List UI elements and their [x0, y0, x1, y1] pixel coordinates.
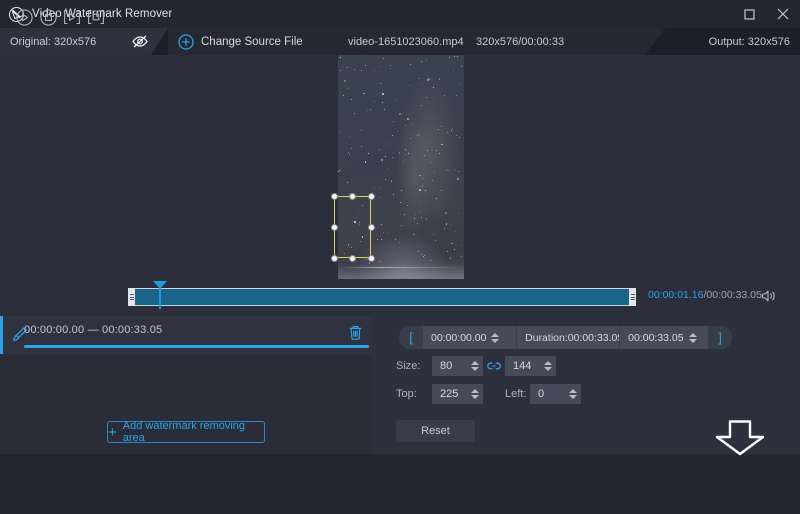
resize-handle-n[interactable]: [349, 193, 356, 200]
change-source-file-button[interactable]: Change Source File: [201, 28, 303, 55]
total-time: 00:00:33.05: [706, 289, 761, 301]
window-controls: [732, 0, 800, 28]
size-height-input[interactable]: 144: [505, 356, 556, 376]
seek-track[interactable]: [128, 288, 636, 306]
trim-time-row: [ 00:00:00.00 Duration:00:00:33.05 00:00…: [399, 326, 732, 349]
top-stepper[interactable]: [471, 389, 479, 399]
bracket-square-icon[interactable]: [86, 7, 106, 27]
size-width-input[interactable]: 80: [432, 356, 483, 376]
plus-icon: +: [108, 425, 117, 440]
resize-handle-e[interactable]: [368, 224, 375, 231]
source-dimensions-duration: 320x576/00:00:33: [476, 28, 564, 55]
end-time-stepper[interactable]: [689, 333, 697, 343]
resize-handle-se[interactable]: [368, 255, 375, 262]
change-source-file-label: Change Source File: [201, 36, 303, 48]
seek-trim-bar[interactable]: [128, 288, 636, 306]
watermark-list-panel: 00:00:00.00 — 00:00:33.05 + Add watermar…: [0, 313, 372, 454]
start-time-input[interactable]: 00:00:00.00: [423, 326, 516, 349]
source-toolbar: Original: 320x576 Change Source File vid…: [0, 28, 800, 55]
size-height-value: 144: [513, 360, 531, 372]
reset-button[interactable]: Reset: [396, 420, 475, 442]
playhead-line: [159, 283, 161, 309]
preview-area: [0, 55, 800, 279]
left-value: 0: [538, 388, 544, 400]
add-watermark-area-button[interactable]: + Add watermark removing area: [107, 421, 265, 443]
bottom-bar: Output: video-1651023...Watermark.mp4 Ou…: [0, 454, 800, 514]
reset-label: Reset: [421, 425, 450, 437]
resize-handle-nw[interactable]: [331, 193, 338, 200]
list-item[interactable]: 00:00:00.00 — 00:00:33.05: [0, 316, 372, 354]
close-icon[interactable]: [766, 0, 800, 28]
eye-off-icon[interactable]: [131, 34, 149, 49]
resize-handle-ne[interactable]: [368, 193, 375, 200]
left-label: Left:: [505, 388, 526, 400]
resize-handle-sw[interactable]: [331, 255, 338, 262]
watermark-range-bar[interactable]: [24, 345, 369, 348]
size-width-stepper[interactable]: [471, 361, 479, 371]
current-time: 00:00:01.16: [648, 289, 703, 301]
stop-circle-icon[interactable]: [38, 7, 58, 27]
link-icon[interactable]: [487, 360, 501, 372]
add-watermark-area-label: Add watermark removing area: [123, 420, 264, 444]
bracket-open-icon[interactable]: [: [399, 330, 423, 345]
end-time-input[interactable]: 00:00:33.05: [620, 326, 708, 349]
top-value: 225: [440, 388, 458, 400]
volume-icon[interactable]: [761, 289, 777, 303]
size-label: Size:: [396, 360, 420, 372]
bracket-close-icon[interactable]: ]: [708, 330, 732, 345]
resize-handle-w[interactable]: [331, 224, 338, 231]
time-readout: 00:00:01.16/00:00:33.05: [648, 289, 762, 301]
title-bar: Video Watermark Remover: [0, 0, 800, 28]
trim-start-handle[interactable]: [128, 288, 135, 306]
arrow-down-annotation-icon: [712, 420, 768, 456]
size-height-stepper[interactable]: [544, 361, 552, 371]
resize-handle-s[interactable]: [349, 255, 356, 262]
bracket-play-icon[interactable]: [62, 7, 82, 27]
watermark-time-range: 00:00:00.00 — 00:00:33.05: [24, 324, 162, 336]
plus-circle-icon[interactable]: [178, 34, 194, 50]
left-stepper[interactable]: [569, 389, 577, 399]
output-size-label: Output: 320x576: [709, 28, 790, 55]
start-time-value: 00:00:00.00: [431, 332, 486, 344]
top-label: Top:: [396, 388, 417, 400]
top-input[interactable]: 225: [432, 384, 483, 404]
size-width-value: 80: [440, 360, 452, 372]
duration-display: Duration:00:00:33.05: [517, 326, 619, 349]
horizon-glow: [338, 263, 464, 279]
start-time-stepper[interactable]: [491, 333, 499, 343]
end-time-value: 00:00:33.05: [628, 332, 683, 344]
watermark-selection-box[interactable]: [334, 196, 371, 258]
trash-icon[interactable]: [348, 325, 363, 341]
horizon-line: [342, 267, 460, 268]
duration-value: Duration:00:00:33.05: [525, 332, 623, 344]
left-input[interactable]: 0: [530, 384, 581, 404]
maximize-icon[interactable]: [732, 0, 766, 28]
play-circle-icon[interactable]: [14, 7, 34, 27]
trim-end-handle[interactable]: [629, 288, 636, 306]
source-filename: video-1651023060.mp4: [348, 28, 464, 55]
original-size-label: Original: 320x576: [10, 36, 96, 48]
video-watermark-remover-window: Video Watermark Remover Original: 320x57…: [0, 0, 800, 514]
